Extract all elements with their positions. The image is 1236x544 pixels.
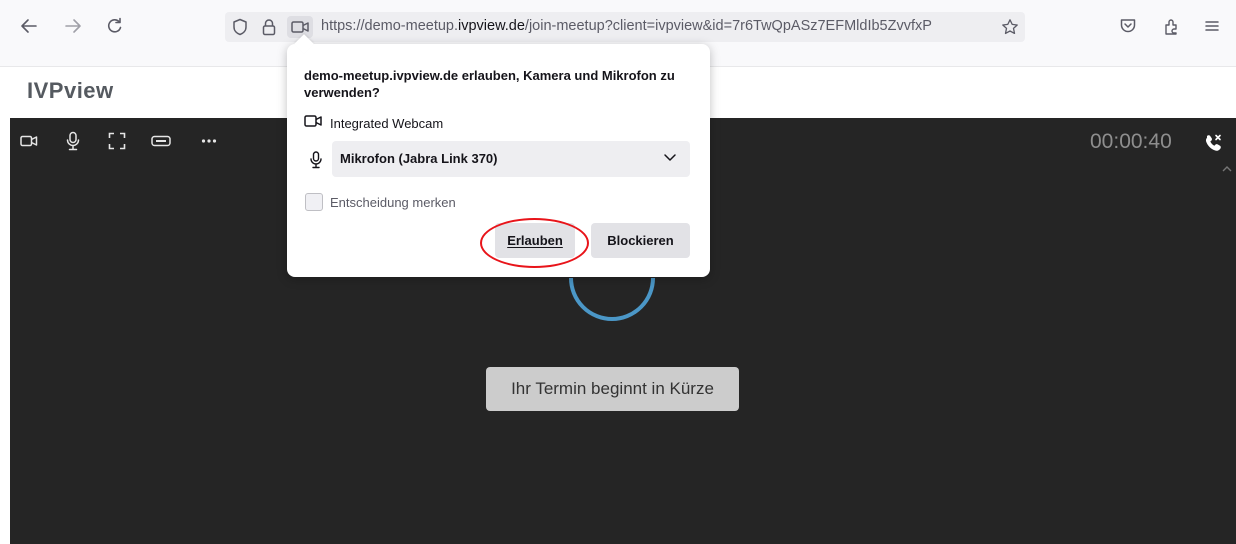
remember-checkbox[interactable] <box>305 193 323 211</box>
menu-icon[interactable] <box>1200 14 1224 38</box>
reload-icon[interactable] <box>103 14 127 38</box>
call-timer: 00:00:40 <box>1090 130 1172 153</box>
popup-title: demo-meetup.ivpview.de erlauben, Kamera … <box>304 68 675 100</box>
url-suffix: /join-meetup?client=ivpview&id=7r6TwQpAS… <box>524 18 932 34</box>
microphone-select-value: Mikrofon (Jabra Link 370) <box>340 151 498 166</box>
shield-icon[interactable] <box>229 16 251 38</box>
highlight-annotation <box>480 218 589 268</box>
browser-window: https://demo-meetup.ivpview.de/join-meet… <box>0 0 1236 544</box>
url-bar[interactable]: https://demo-meetup.ivpview.de/join-meet… <box>225 12 1025 42</box>
microphone-select[interactable]: Mikrofon (Jabra Link 370) <box>332 141 690 177</box>
remember-label: Entscheidung merken <box>330 194 456 210</box>
url-domain: ivpview.de <box>458 18 525 34</box>
fullscreen-icon[interactable] <box>104 128 130 154</box>
camera-row: Integrated Webcam <box>304 113 443 133</box>
remember-decision: Entscheidung merken <box>305 193 456 211</box>
pocket-icon[interactable] <box>1116 14 1140 38</box>
permission-popup: demo-meetup.ivpview.de erlauben, Kamera … <box>287 34 710 277</box>
collapse-caret-icon[interactable] <box>1221 162 1233 176</box>
webcam-icon <box>304 114 322 133</box>
status-badge: Ihr Termin beginnt in Kürze <box>486 367 739 411</box>
chevron-down-icon <box>664 154 676 161</box>
more-icon[interactable] <box>196 128 222 154</box>
camera-label: Integrated Webcam <box>330 115 444 131</box>
bookmark-star-icon[interactable] <box>999 16 1021 38</box>
back-icon[interactable] <box>17 14 41 38</box>
url-prefix: https://demo-meetup. <box>321 18 459 34</box>
block-button[interactable]: Blockieren <box>591 223 690 258</box>
block-button-label: Blockieren <box>607 233 674 248</box>
ivpview-logo: IVPview <box>27 78 114 103</box>
camera-permission-icon[interactable] <box>287 16 313 38</box>
forward-icon[interactable] <box>61 14 85 38</box>
end-call-icon[interactable] <box>1198 128 1228 158</box>
url-text[interactable]: https://demo-meetup.ivpview.de/join-meet… <box>321 18 997 34</box>
camera-icon[interactable] <box>16 128 42 154</box>
connection-icon[interactable] <box>148 128 174 154</box>
microphone-icon <box>307 148 325 172</box>
lock-icon[interactable] <box>258 16 280 38</box>
extensions-icon[interactable] <box>1160 14 1184 38</box>
microphone-icon[interactable] <box>60 128 86 154</box>
